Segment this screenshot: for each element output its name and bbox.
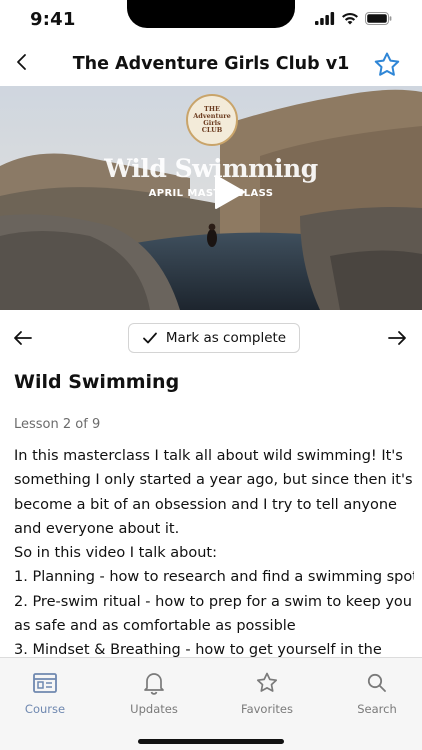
- status-bar: 9:41: [0, 0, 422, 44]
- tab-label: Course: [24, 702, 66, 716]
- mark-complete-button[interactable]: Mark as complete: [128, 323, 300, 353]
- lesson-count: Lesson 2 of 9: [14, 417, 101, 432]
- status-icons: [315, 12, 392, 25]
- search-icon: [364, 670, 390, 696]
- battery-icon: [365, 12, 392, 25]
- next-lesson-button[interactable]: [386, 328, 408, 348]
- tab-search[interactable]: Search: [332, 670, 422, 716]
- mark-complete-label: Mark as complete: [165, 330, 287, 346]
- device-notch: [127, 0, 295, 28]
- cellular-signal-icon: [315, 12, 335, 25]
- club-logo: THE Adventure Girls CLUB: [186, 94, 238, 146]
- lesson-description-line: 2. Pre-swim ritual - how to prep for a s…: [14, 593, 412, 610]
- tab-favorites[interactable]: Favorites: [222, 670, 312, 716]
- navigation-bar: The Adventure Girls Club v1: [0, 44, 422, 86]
- course-icon: [32, 670, 58, 696]
- status-time: 9:41: [30, 9, 76, 30]
- lesson-description-line: 3. Mindset & Breathing - how to get your…: [14, 642, 382, 658]
- lesson-description: In this masterclass I talk all about wil…: [14, 444, 414, 658]
- arrow-right-icon: [388, 331, 406, 345]
- lesson-description-line: 1. Planning - how to research and find a…: [14, 569, 414, 586]
- lesson-description-line: become a bit of an obsession and I try t…: [14, 496, 397, 513]
- tab-bar: Course Updates Favorites Search: [0, 657, 422, 750]
- lesson-description-line: something I only started a year ago, but…: [14, 472, 413, 489]
- lesson-description-line: and everyone about it.: [14, 520, 180, 537]
- star-outline-icon: [374, 52, 400, 76]
- previous-lesson-button[interactable]: [12, 328, 34, 348]
- tab-updates[interactable]: Updates: [109, 670, 199, 716]
- star-icon: [254, 670, 280, 696]
- lesson-navigation: Mark as complete: [0, 322, 422, 354]
- bell-icon: [141, 670, 167, 696]
- tab-label: Favorites: [241, 702, 293, 716]
- club-logo-line: CLUB: [201, 126, 223, 134]
- back-button[interactable]: [8, 48, 36, 76]
- tab-label: Updates: [130, 702, 178, 716]
- lesson-description-line: as safe and as comfortable as possible: [14, 618, 296, 635]
- lesson-title: Wild Swimming: [14, 371, 180, 393]
- page-title: The Adventure Girls Club v1: [72, 54, 350, 74]
- arrow-left-icon: [14, 331, 32, 345]
- tab-course[interactable]: Course: [0, 670, 90, 716]
- video-player[interactable]: THE Adventure Girls CLUB Wild Swimming A…: [0, 86, 422, 310]
- tab-label: Search: [357, 702, 397, 716]
- wifi-icon: [342, 12, 358, 25]
- favorite-button[interactable]: [372, 50, 402, 80]
- lesson-description-line: So in this video I talk about:: [14, 545, 218, 562]
- checkmark-icon: [142, 332, 157, 344]
- play-icon[interactable]: [208, 172, 248, 212]
- chevron-left-icon: [17, 54, 26, 70]
- home-indicator[interactable]: [138, 739, 284, 744]
- lesson-description-line: In this masterclass I talk all about wil…: [14, 448, 403, 464]
